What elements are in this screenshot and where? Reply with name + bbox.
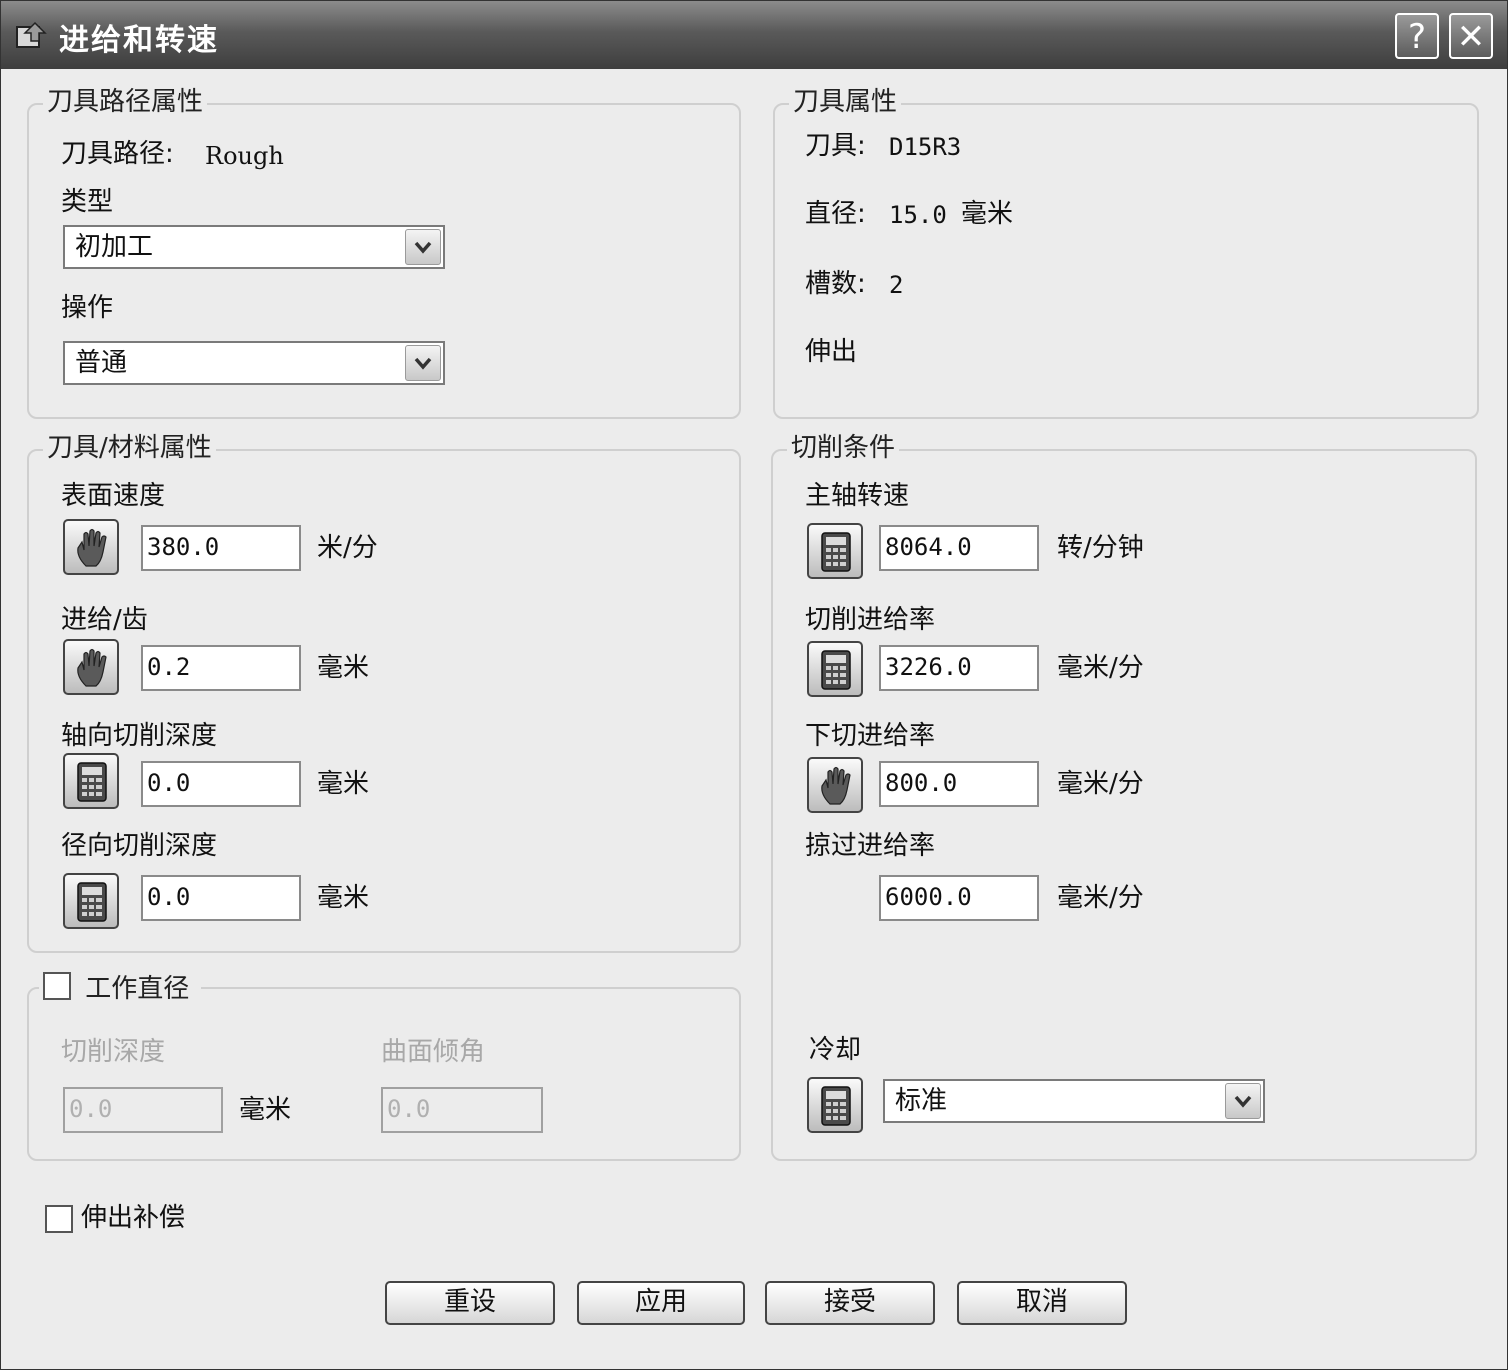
apply-button[interactable]: 应用 bbox=[577, 1281, 745, 1325]
skim-feed-label: 掠过进给率 bbox=[805, 831, 936, 861]
tool-material-legend: 刀具/材料属性 bbox=[43, 433, 216, 463]
operation-label: 操作 bbox=[61, 293, 114, 323]
chevron-down-icon[interactable] bbox=[405, 345, 441, 381]
flutes-value: 2 bbox=[889, 271, 904, 299]
cut-depth-input[interactable]: 0.0 bbox=[63, 1087, 223, 1133]
spindle-speed-input[interactable]: 8064.0 bbox=[879, 525, 1039, 571]
working-diameter-group bbox=[27, 987, 741, 1161]
calculator-icon bbox=[818, 532, 854, 572]
tool-properties-legend: 刀具属性 bbox=[789, 87, 902, 117]
skim-feed-input[interactable]: 6000.0 bbox=[879, 875, 1039, 921]
toolpath-properties-legend: 刀具路径属性 bbox=[43, 87, 208, 117]
operation-select[interactable]: 普通 bbox=[63, 341, 445, 385]
axial-depth-input[interactable]: 0.0 bbox=[141, 761, 301, 807]
toolpath-label: 刀具路径: bbox=[61, 139, 174, 169]
calculator-icon bbox=[818, 650, 854, 690]
overhang-compensation-checkbox[interactable] bbox=[45, 1205, 73, 1233]
window-title: 进给和转速 bbox=[59, 23, 219, 58]
axial-depth-label: 轴向切削深度 bbox=[61, 721, 218, 751]
type-label: 类型 bbox=[61, 187, 114, 217]
coolant-select[interactable]: 标准 bbox=[883, 1079, 1265, 1123]
plunge-feed-label: 下切进给率 bbox=[805, 721, 936, 751]
flutes-label: 槽数: bbox=[805, 269, 866, 299]
working-diameter-legend: 工作直径 bbox=[39, 971, 202, 1004]
surface-speed-label: 表面速度 bbox=[61, 481, 166, 511]
feed-per-tooth-input[interactable]: 0.2 bbox=[141, 645, 301, 691]
axial-depth-mode-button[interactable] bbox=[63, 753, 119, 809]
plunge-feed-unit: 毫米/分 bbox=[1057, 769, 1144, 799]
feed-per-tooth-label: 进给/齿 bbox=[61, 605, 148, 635]
type-select-value: 初加工 bbox=[75, 232, 154, 262]
title-bar[interactable]: 进给和转速 ? ✕ bbox=[1, 1, 1507, 69]
tool-label: 刀具: bbox=[805, 131, 866, 161]
close-button[interactable]: ✕ bbox=[1449, 13, 1493, 59]
cutting-feed-label: 切削进给率 bbox=[805, 605, 936, 635]
type-select[interactable]: 初加工 bbox=[63, 225, 445, 269]
coolant-select-value: 标准 bbox=[895, 1086, 948, 1116]
surface-speed-unit: 米/分 bbox=[317, 533, 378, 563]
reset-button[interactable]: 重设 bbox=[385, 1281, 555, 1325]
tool-value: D15R3 bbox=[889, 133, 962, 161]
surface-angle-input[interactable]: 0.0 bbox=[381, 1087, 543, 1133]
surface-speed-input[interactable]: 380.0 bbox=[141, 525, 301, 571]
tool-properties-group bbox=[773, 103, 1479, 419]
accept-button[interactable]: 接受 bbox=[765, 1281, 935, 1325]
diameter-label: 直径: bbox=[805, 199, 866, 229]
tool-material-group bbox=[27, 449, 741, 953]
feed-per-tooth-mode-button[interactable] bbox=[63, 639, 119, 695]
diameter-unit: 毫米 bbox=[961, 199, 1014, 229]
operation-select-value: 普通 bbox=[75, 348, 128, 378]
axial-depth-unit: 毫米 bbox=[317, 769, 370, 799]
radial-depth-label: 径向切削深度 bbox=[61, 831, 218, 861]
skim-feed-unit: 毫米/分 bbox=[1057, 883, 1144, 913]
hand-icon bbox=[818, 766, 854, 806]
radial-depth-unit: 毫米 bbox=[317, 883, 370, 913]
overhang-label: 伸出 bbox=[805, 337, 858, 367]
spindle-speed-label: 主轴转速 bbox=[805, 481, 910, 511]
cancel-button[interactable]: 取消 bbox=[957, 1281, 1127, 1325]
radial-depth-input[interactable]: 0.0 bbox=[141, 875, 301, 921]
hand-icon bbox=[74, 528, 110, 568]
toolpath-value: Rough bbox=[205, 142, 284, 170]
cutting-feed-input[interactable]: 3226.0 bbox=[879, 645, 1039, 691]
spindle-speed-unit: 转/分钟 bbox=[1057, 533, 1144, 563]
overhang-compensation-label: 伸出补偿 bbox=[81, 1203, 186, 1233]
cut-depth-label: 切削深度 bbox=[61, 1037, 166, 1067]
app-icon bbox=[16, 21, 47, 48]
hand-icon bbox=[74, 648, 110, 688]
chevron-down-icon[interactable] bbox=[1225, 1083, 1261, 1119]
working-diameter-checkbox[interactable] bbox=[43, 971, 71, 1000]
feed-per-tooth-unit: 毫米 bbox=[317, 653, 370, 683]
coolant-label: 冷却 bbox=[809, 1035, 862, 1065]
calculator-icon bbox=[818, 1086, 854, 1126]
spindle-speed-mode-button[interactable] bbox=[807, 523, 863, 579]
diameter-value: 15.0 bbox=[889, 201, 947, 229]
help-button[interactable]: ? bbox=[1395, 13, 1439, 59]
radial-depth-mode-button[interactable] bbox=[63, 873, 119, 929]
coolant-mode-button[interactable] bbox=[807, 1077, 863, 1133]
cutting-feed-unit: 毫米/分 bbox=[1057, 653, 1144, 683]
calculator-icon bbox=[74, 762, 110, 802]
cutting-feed-mode-button[interactable] bbox=[807, 641, 863, 697]
plunge-feed-mode-button[interactable] bbox=[807, 757, 863, 813]
surface-speed-mode-button[interactable] bbox=[63, 519, 119, 575]
cut-depth-unit: 毫米 bbox=[239, 1095, 292, 1125]
feeds-speeds-dialog: 进给和转速 ? ✕ 刀具路径属性 刀具路径: Rough 类型 初加工 操作 普… bbox=[0, 0, 1508, 1370]
working-diameter-label: 工作直径 bbox=[85, 973, 190, 1004]
chevron-down-icon[interactable] bbox=[405, 229, 441, 265]
surface-angle-label: 曲面倾角 bbox=[381, 1037, 486, 1067]
calculator-icon bbox=[74, 882, 110, 922]
plunge-feed-input[interactable]: 800.0 bbox=[879, 761, 1039, 807]
cutting-conditions-legend: 切削条件 bbox=[787, 433, 900, 463]
